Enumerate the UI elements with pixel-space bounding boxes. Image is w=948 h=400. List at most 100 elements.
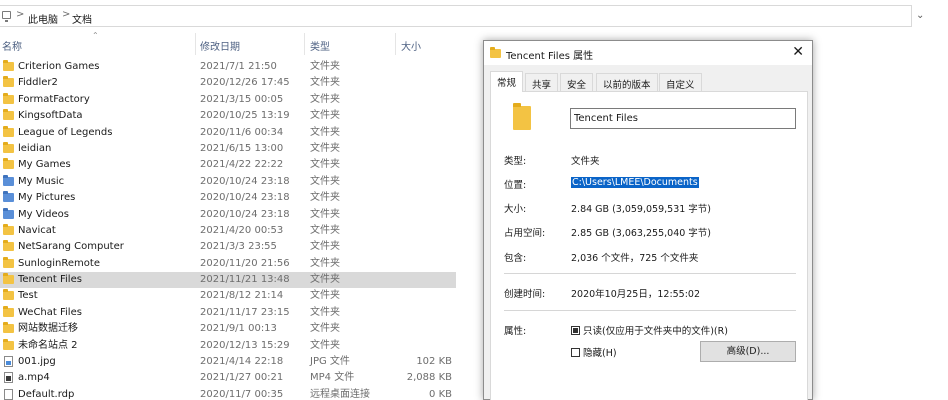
- file-type: JPG 文件: [310, 356, 350, 368]
- folder-icon: [3, 125, 14, 137]
- list-item[interactable]: My Videos 2020/10/24 23:18 文件夹: [0, 207, 456, 223]
- list-item[interactable]: WeChat Files 2021/11/17 23:15 文件夹: [0, 305, 456, 321]
- computer-icon: [2, 11, 11, 22]
- location-value[interactable]: C:\Users\LMEE\Documents: [571, 177, 699, 188]
- attributes-label: 属性:: [504, 326, 527, 337]
- file-name: 001.jpg: [18, 356, 56, 368]
- readonly-checkbox[interactable]: 只读(仅应用于文件夹中的文件)(R): [571, 323, 728, 337]
- list-item[interactable]: Criterion Games 2021/7/1 21:50 文件夹: [0, 59, 456, 75]
- column-date[interactable]: 修改日期: [200, 38, 240, 53]
- file-name: Default.rdp: [18, 388, 75, 400]
- column-name[interactable]: 名称: [2, 38, 22, 53]
- videos-folder-icon: [3, 207, 14, 219]
- file-date: 2021/4/14 22:18: [200, 356, 284, 368]
- folder-icon: [3, 158, 14, 170]
- file-date: 2021/4/20 00:53: [200, 224, 284, 236]
- file-name: 网站数据迁移: [18, 323, 78, 335]
- file-date: 2020/11/7 00:35: [200, 388, 284, 400]
- hidden-label: 隐藏(H): [583, 348, 617, 359]
- list-item[interactable]: Navicat 2021/4/20 00:53 文件夹: [0, 223, 456, 239]
- column-type[interactable]: 类型: [310, 38, 330, 53]
- sort-ascending-icon: ⌃: [92, 31, 99, 40]
- column-header: ⌃ 名称 修改日期 类型 大小: [0, 31, 456, 55]
- list-item[interactable]: My Games 2021/4/22 22:22 文件夹: [0, 157, 456, 173]
- address-box[interactable]: > 此电脑 > 文档: [0, 5, 912, 27]
- list-item[interactable]: My Music 2020/10/24 23:18 文件夹: [0, 174, 456, 190]
- file-date: 2020/11/20 21:56: [200, 257, 290, 269]
- list-item[interactable]: My Pictures 2020/10/24 23:18 文件夹: [0, 190, 456, 206]
- file-type: 远程桌面连接: [310, 388, 370, 400]
- tab-sharing[interactable]: 共享: [525, 73, 559, 91]
- folder-icon: [3, 289, 14, 301]
- file-name: My Games: [18, 159, 71, 171]
- list-item[interactable]: Test 2021/8/12 21:14 文件夹: [0, 288, 456, 304]
- file-name: Fiddler2: [18, 77, 58, 89]
- breadcrumb-documents[interactable]: 文档: [72, 11, 92, 26]
- tab-security[interactable]: 安全: [560, 73, 594, 91]
- close-icon[interactable]: ✕: [792, 44, 804, 60]
- file-type: 文件夹: [310, 175, 340, 187]
- column-divider[interactable]: [304, 33, 305, 55]
- chevron-right-icon[interactable]: >: [16, 9, 24, 20]
- column-divider[interactable]: [395, 33, 396, 55]
- divider: [504, 273, 796, 274]
- column-divider[interactable]: [195, 33, 196, 55]
- folder-icon: [3, 60, 14, 71]
- breadcrumb-this-pc[interactable]: 此电脑: [28, 11, 58, 26]
- list-item[interactable]: Fiddler2 2020/12/26 17:45 文件夹: [0, 75, 456, 91]
- file-name: Navicat: [18, 224, 56, 236]
- file-name: KingsoftData: [18, 110, 83, 122]
- file-type: 文件夹: [310, 159, 340, 171]
- disk-size-value: 2.85 GB (3,063,255,040 字节): [571, 228, 712, 239]
- dialog-title-bar[interactable]: Tencent Files 属性 ✕: [484, 41, 812, 65]
- size-label: 大小:: [504, 204, 527, 215]
- file-type: 文件夹: [310, 110, 340, 122]
- chevron-down-icon[interactable]: ⌄: [916, 10, 924, 21]
- list-item[interactable]: Default.rdp 2020/11/7 00:35 远程桌面连接 0 KB: [0, 387, 456, 400]
- created-label: 创建时间:: [504, 289, 546, 300]
- file-name: Criterion Games: [18, 61, 100, 72]
- file-size: 102 KB: [416, 356, 452, 368]
- list-item[interactable]: League of Legends 2020/11/6 00:34 文件夹: [0, 125, 456, 141]
- folder-name-input[interactable]: [570, 108, 796, 129]
- file-name: WeChat Files: [18, 306, 82, 318]
- file-type: MP4 文件: [310, 372, 355, 384]
- file-type: 文件夹: [310, 192, 340, 204]
- file-type: 文件夹: [310, 93, 340, 105]
- file-type: 文件夹: [310, 241, 340, 253]
- file-name: 未命名站点 2: [18, 339, 78, 351]
- hidden-checkbox[interactable]: 隐藏(H): [571, 345, 617, 359]
- list-item[interactable]: 未命名站点 2 2020/12/13 15:29 文件夹: [0, 338, 456, 354]
- file-date: 2021/3/15 00:05: [200, 93, 284, 105]
- list-item[interactable]: FormatFactory 2021/3/15 00:05 文件夹: [0, 92, 456, 108]
- general-panel: 类型: 文件夹 位置: C:\Users\LMEE\Documents 大小: …: [490, 91, 808, 400]
- folder-icon: [3, 92, 14, 104]
- file-type: 文件夹: [310, 208, 340, 220]
- size-value: 2.84 GB (3,059,059,531 字节): [571, 204, 712, 215]
- location-label: 位置:: [504, 180, 527, 191]
- checkbox-icon[interactable]: [571, 348, 580, 357]
- chevron-right-icon[interactable]: >: [62, 9, 70, 20]
- list-item[interactable]: NetSarang Computer 2021/3/3 23:55 文件夹: [0, 239, 456, 255]
- tab-general[interactable]: 常规: [490, 71, 524, 92]
- type-value: 文件夹: [571, 156, 600, 167]
- contains-label: 包含:: [504, 253, 527, 264]
- list-item[interactable]: SunloginRemote 2020/11/20 21:56 文件夹: [0, 256, 456, 272]
- folder-icon: [3, 141, 14, 153]
- list-item[interactable]: 网站数据迁移 2021/9/1 00:13 文件夹: [0, 321, 456, 337]
- list-item[interactable]: 001.jpg 2021/4/14 22:18 JPG 文件 102 KB: [0, 354, 456, 370]
- list-item[interactable]: a.mp4 2021/1/27 00:21 MP4 文件 2,088 KB: [0, 370, 456, 386]
- file-type: 文件夹: [310, 142, 340, 154]
- readonly-label: 只读(仅应用于文件夹中的文件)(R): [583, 326, 728, 337]
- list-item[interactable]: Tencent Files 2021/11/21 13:48 文件夹: [0, 272, 456, 289]
- list-item[interactable]: leidian 2021/6/15 13:00 文件夹: [0, 141, 456, 157]
- advanced-button[interactable]: 高级(D)...: [700, 341, 796, 362]
- tab-customize[interactable]: 自定义: [659, 73, 702, 91]
- file-type: 文件夹: [310, 77, 340, 89]
- file-type: 文件夹: [310, 306, 340, 318]
- tab-previous-versions[interactable]: 以前的版本: [596, 73, 658, 91]
- file-name: My Pictures: [18, 192, 76, 204]
- column-size[interactable]: 大小: [401, 38, 421, 53]
- list-item[interactable]: KingsoftData 2020/10/25 13:19 文件夹: [0, 108, 456, 124]
- checkbox-icon[interactable]: [571, 326, 580, 335]
